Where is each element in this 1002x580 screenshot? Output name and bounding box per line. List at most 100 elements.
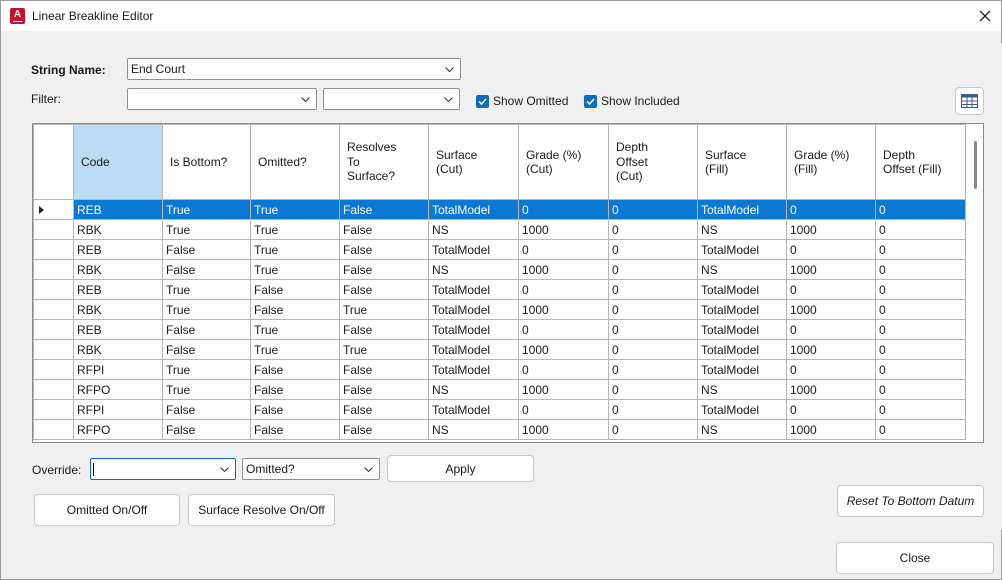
table-cell[interactable]: 1000 bbox=[786, 219, 876, 240]
row-header[interactable] bbox=[33, 299, 74, 320]
table-cell[interactable]: 0 bbox=[518, 359, 609, 380]
row-header[interactable] bbox=[33, 399, 74, 420]
table-cell[interactable]: REB bbox=[73, 279, 163, 300]
table-cell[interactable]: TotalModel bbox=[428, 339, 519, 360]
table-cell[interactable]: TotalModel bbox=[428, 239, 519, 260]
table-cell[interactable]: 0 bbox=[875, 359, 966, 380]
table-cell[interactable]: NS bbox=[428, 419, 519, 440]
table-cell[interactable]: NS bbox=[428, 219, 519, 240]
table-cell[interactable]: False bbox=[339, 259, 429, 280]
table-cell[interactable]: TotalModel bbox=[428, 199, 519, 220]
table-cell[interactable]: 1000 bbox=[786, 299, 876, 320]
show-included-checkbox[interactable] bbox=[584, 95, 597, 108]
table-cell[interactable]: False bbox=[339, 199, 429, 220]
breakline-grid[interactable]: Code Is Bottom? Omitted? Resolves To Surface?… bbox=[32, 123, 984, 443]
table-cell[interactable]: False bbox=[339, 359, 429, 380]
table-cell[interactable]: RBK bbox=[73, 299, 163, 320]
table-cell[interactable]: False bbox=[250, 379, 340, 400]
table-cell[interactable]: TotalModel bbox=[697, 279, 787, 300]
table-cell[interactable]: False bbox=[250, 399, 340, 420]
filter-combo-2[interactable] bbox=[323, 88, 460, 110]
table-cell[interactable]: REB bbox=[73, 239, 163, 260]
override-field-combo[interactable]: Omitted? bbox=[242, 458, 380, 480]
column-header[interactable]: Omitted? bbox=[250, 124, 340, 200]
table-cell[interactable]: True bbox=[162, 199, 251, 220]
table-cell[interactable]: True bbox=[162, 379, 251, 400]
table-cell[interactable]: TotalModel bbox=[428, 279, 519, 300]
table-cell[interactable]: 0 bbox=[608, 259, 698, 280]
table-row[interactable]: RBK True False True TotalModel 1000 0 TotalMode… bbox=[33, 299, 966, 320]
table-cell[interactable]: 1000 bbox=[518, 299, 609, 320]
table-cell[interactable]: 0 bbox=[608, 279, 698, 300]
table-cell[interactable]: TotalModel bbox=[697, 199, 787, 220]
filter-combo-1[interactable] bbox=[127, 88, 317, 110]
table-cell[interactable]: RFPI bbox=[73, 359, 163, 380]
table-cell[interactable]: True bbox=[250, 339, 340, 360]
table-cell[interactable]: 0 bbox=[608, 199, 698, 220]
table-cell[interactable]: False bbox=[162, 319, 251, 340]
table-cell[interactable]: False bbox=[250, 419, 340, 440]
table-cell[interactable]: RBK bbox=[73, 219, 163, 240]
row-header[interactable] bbox=[33, 419, 74, 440]
column-header[interactable]: Code bbox=[73, 124, 163, 200]
table-cell[interactable]: 0 bbox=[786, 359, 876, 380]
table-cell[interactable]: REB bbox=[73, 319, 163, 340]
table-row[interactable]: REB False True False TotalModel 0 0 TotalModel 0… bbox=[33, 319, 966, 340]
scrollbar-thumb[interactable] bbox=[974, 141, 977, 189]
close-window-button[interactable] bbox=[973, 5, 997, 27]
table-cell[interactable]: 0 bbox=[518, 399, 609, 420]
row-header[interactable] bbox=[33, 279, 74, 300]
table-cell[interactable]: TotalModel bbox=[428, 319, 519, 340]
table-cell[interactable]: False bbox=[250, 359, 340, 380]
table-cell[interactable]: 0 bbox=[608, 299, 698, 320]
table-cell[interactable]: 0 bbox=[608, 419, 698, 440]
table-cell[interactable]: TotalModel bbox=[428, 399, 519, 420]
table-cell[interactable]: RFPI bbox=[73, 399, 163, 420]
table-cell[interactable]: True bbox=[162, 219, 251, 240]
table-cell[interactable]: 0 bbox=[875, 339, 966, 360]
show-included-label[interactable]: Show Included bbox=[601, 94, 680, 108]
table-cell[interactable]: 0 bbox=[786, 399, 876, 420]
table-cell[interactable]: NS bbox=[428, 379, 519, 400]
table-row[interactable]: REB False True False TotalModel 0 0 TotalModel 0… bbox=[33, 239, 966, 260]
table-cell[interactable]: 0 bbox=[786, 199, 876, 220]
table-cell[interactable]: False bbox=[339, 319, 429, 340]
table-cell[interactable]: False bbox=[162, 239, 251, 260]
table-cell[interactable]: False bbox=[162, 399, 251, 420]
table-cell[interactable]: NS bbox=[428, 259, 519, 280]
table-cell[interactable]: False bbox=[250, 279, 340, 300]
table-cell[interactable]: TotalModel bbox=[697, 339, 787, 360]
table-cell[interactable]: 0 bbox=[518, 319, 609, 340]
table-cell[interactable]: TotalModel bbox=[697, 319, 787, 340]
table-cell[interactable]: TotalModel bbox=[428, 299, 519, 320]
row-header[interactable] bbox=[33, 259, 74, 280]
table-cell[interactable]: 1000 bbox=[518, 219, 609, 240]
string-name-combo[interactable]: End Court bbox=[127, 58, 461, 80]
table-cell[interactable]: False bbox=[162, 339, 251, 360]
table-row[interactable]: RBK False True False NS 1000 0 NS 1000 0 bbox=[33, 259, 966, 280]
show-omitted-label[interactable]: Show Omitted bbox=[493, 94, 568, 108]
column-header[interactable]: Is Bottom? bbox=[162, 124, 251, 200]
table-cell[interactable]: 0 bbox=[608, 339, 698, 360]
close-button[interactable]: Close bbox=[836, 542, 994, 574]
column-header[interactable]: Surface (Cut) bbox=[428, 124, 519, 200]
table-cell[interactable]: 0 bbox=[875, 319, 966, 340]
table-cell[interactable]: 0 bbox=[786, 239, 876, 260]
table-cell[interactable]: 0 bbox=[608, 399, 698, 420]
table-cell[interactable]: 1000 bbox=[518, 419, 609, 440]
row-header[interactable] bbox=[33, 379, 74, 400]
table-cell[interactable]: 0 bbox=[608, 219, 698, 240]
omitted-toggle-button[interactable]: Omitted On/Off bbox=[34, 494, 180, 526]
table-cell[interactable]: NS bbox=[697, 219, 787, 240]
table-cell[interactable]: True bbox=[250, 319, 340, 340]
table-row[interactable]: RFPI False False False TotalModel 0 0 TotalMode… bbox=[33, 399, 966, 420]
table-row[interactable]: REB True True False TotalModel 0 0 TotalModel 0 0 bbox=[33, 199, 966, 220]
table-cell[interactable]: True bbox=[250, 239, 340, 260]
surface-resolve-toggle-button[interactable]: Surface Resolve On/Off bbox=[188, 494, 335, 526]
table-cell[interactable]: 0 bbox=[875, 199, 966, 220]
row-header[interactable] bbox=[33, 359, 74, 380]
table-cell[interactable]: 0 bbox=[875, 259, 966, 280]
table-cell[interactable]: 0 bbox=[875, 299, 966, 320]
table-cell[interactable]: True bbox=[339, 299, 429, 320]
table-cell[interactable]: True bbox=[162, 359, 251, 380]
